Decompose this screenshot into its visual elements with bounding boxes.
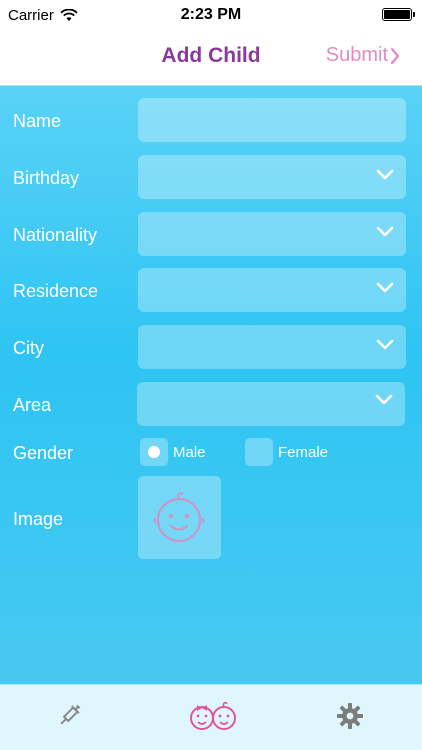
tab-bar [0,684,422,750]
gender-male-radio[interactable] [140,438,168,466]
gender-label: Gender [13,443,74,463]
birthday-field[interactable] [138,155,406,199]
submit-label: Submit [325,44,388,66]
gender-male-label: Male [173,444,206,461]
nav-bar: Add Child Submit [0,30,422,86]
submit-button[interactable]: Submit [326,44,400,67]
gear-icon [337,703,363,729]
birthday-label: Birthday [13,168,80,188]
radio-selected-dot [148,446,160,458]
name-field[interactable] [138,98,406,142]
tab-settings[interactable] [320,691,380,741]
nationality-label: Nationality [13,225,98,245]
chevron-right-icon [390,47,400,64]
chevron-down-icon [375,394,393,405]
battery-icon [382,8,415,21]
image-picker[interactable] [138,476,221,559]
area-field[interactable] [137,382,405,426]
city-label: City [13,338,44,358]
tab-children[interactable] [183,691,243,741]
residence-field[interactable] [138,268,406,312]
area-label: Area [13,395,52,415]
residence-label: Residence [13,281,99,301]
tab-vaccines[interactable] [39,691,99,741]
chevron-down-icon [376,169,394,180]
image-label: Image [13,509,64,529]
baby-face-icon [153,492,205,543]
gender-female-radio[interactable] [245,438,273,466]
city-field[interactable] [138,325,406,369]
kids-icon [190,701,236,730]
chevron-down-icon [376,282,394,293]
form-area: Name Birthday Nationality Residence City… [0,86,422,684]
name-label: Name [13,111,62,131]
chevron-down-icon [376,339,394,350]
syringe-icon [60,704,81,725]
nationality-field[interactable] [138,212,406,256]
status-time: 2:23 PM [180,6,242,23]
chevron-down-icon [376,226,394,237]
gender-female-label: Female [278,444,329,461]
status-bar: Carrier 2:23 PM [0,0,422,30]
